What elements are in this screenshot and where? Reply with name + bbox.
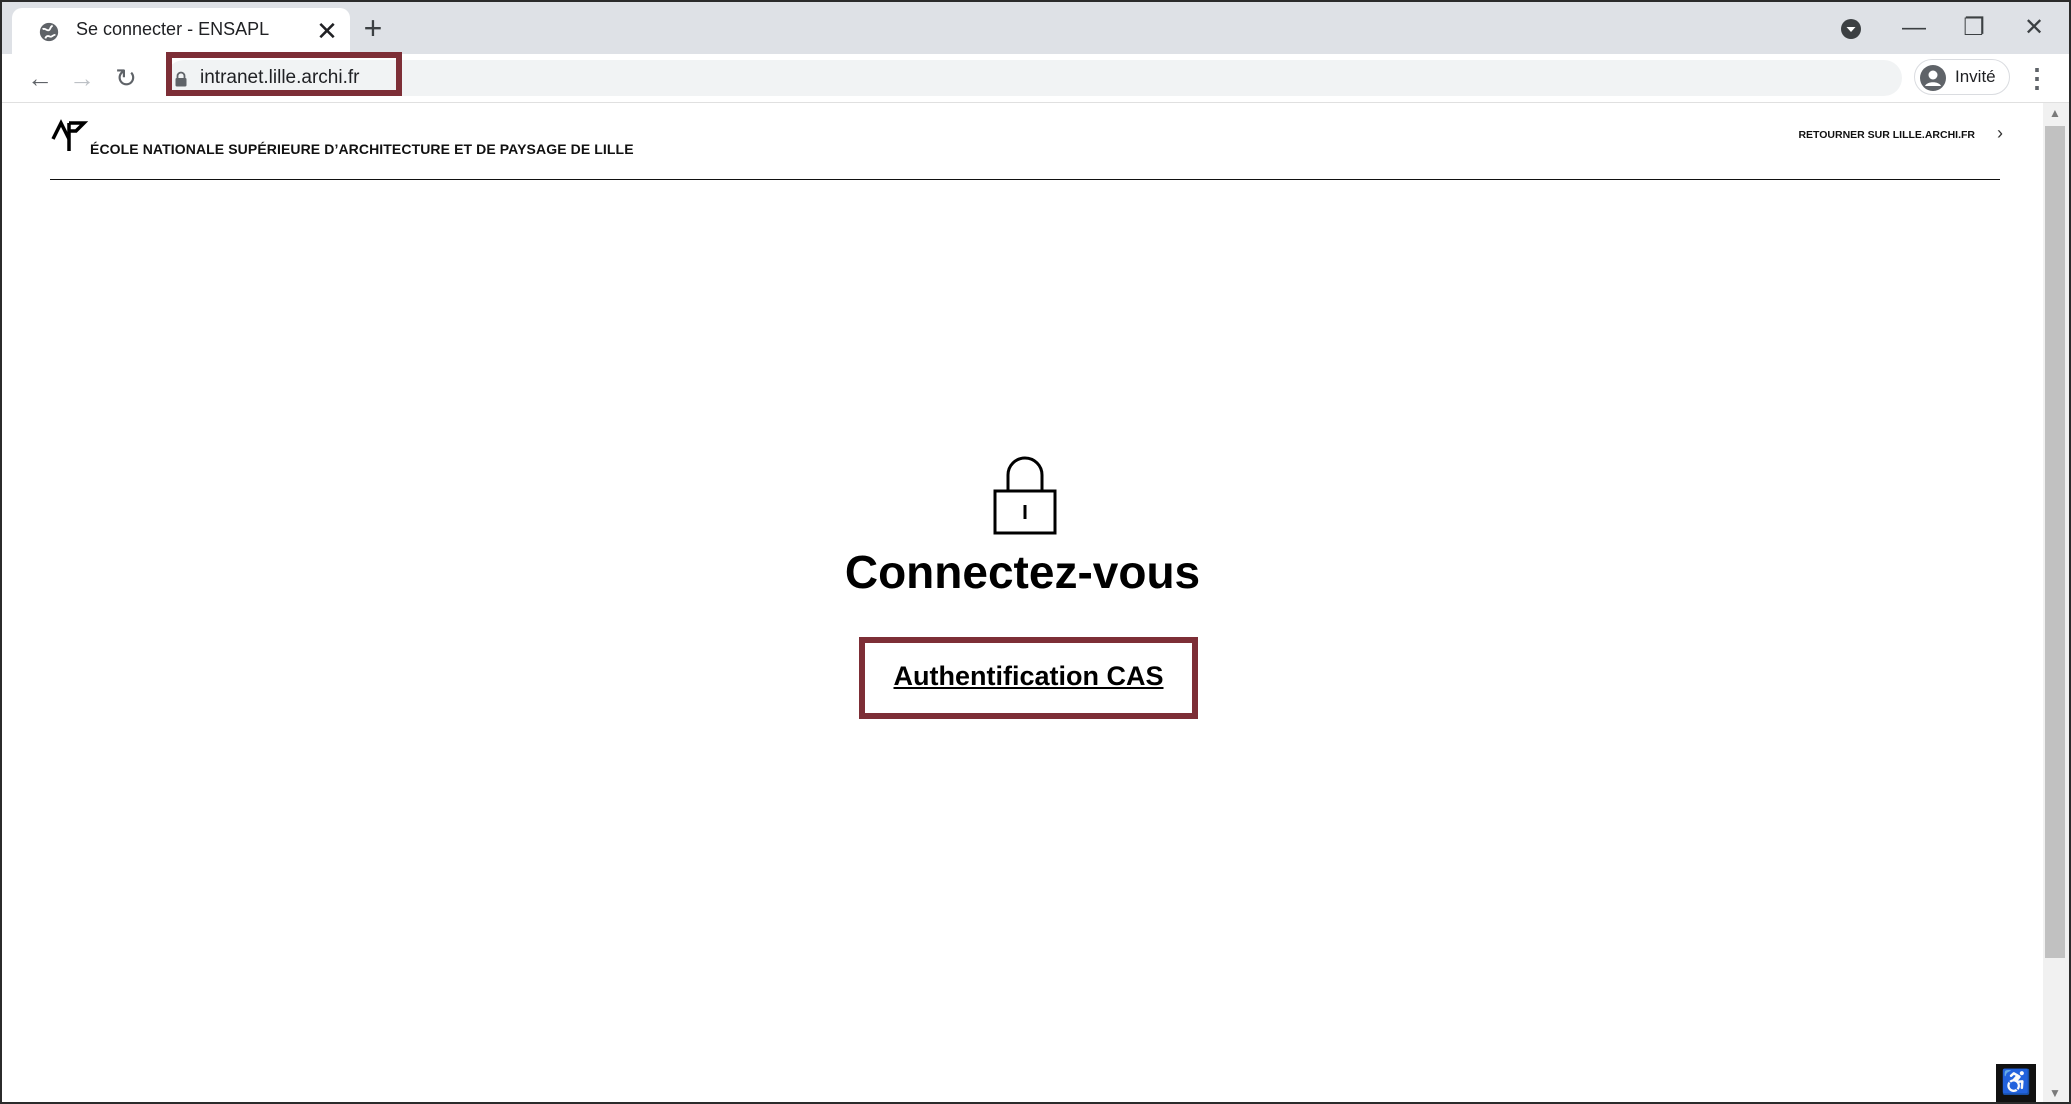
browser-window: Se connecter - ENSAPL ✕ + — ❐ ✕ ← → ↻ in… xyxy=(0,0,2071,1104)
scroll-down-arrow[interactable]: ▼ xyxy=(2049,1086,2061,1100)
new-tab-button[interactable]: + xyxy=(356,12,390,46)
url-highlight-box xyxy=(166,52,402,96)
restore-button[interactable]: ❐ xyxy=(1954,10,1994,46)
globe-icon xyxy=(39,22,59,42)
school-name: ÉCOLE NATIONALE SUPÉRIEURE D’ARCHITECTUR… xyxy=(90,141,634,157)
chevron-right-icon[interactable]: › xyxy=(1997,123,2003,144)
reload-button[interactable]: ↻ xyxy=(110,62,142,94)
scrollbar-thumb[interactable] xyxy=(2045,126,2065,958)
lock-icon xyxy=(993,456,1057,535)
ap-logo[interactable] xyxy=(50,117,90,153)
page-content: ÉCOLE NATIONALE SUPÉRIEURE D’ARCHITECTUR… xyxy=(2,103,2043,1102)
tab-active[interactable]: Se connecter - ENSAPL ✕ xyxy=(12,8,350,54)
profile-button[interactable]: Invité xyxy=(1914,59,2010,95)
tab-title: Se connecter - ENSAPL xyxy=(76,19,270,39)
close-window-button[interactable]: ✕ xyxy=(2014,10,2054,46)
page-title: Connectez-vous xyxy=(844,546,1201,598)
scroll-up-arrow[interactable]: ▲ xyxy=(2049,106,2061,120)
browser-toolbar: ← → ↻ intranet.lille.archi.fr Invité ⋮ xyxy=(2,52,2069,103)
back-button[interactable]: ← xyxy=(24,62,56,94)
tab-search-icon[interactable] xyxy=(1840,18,1862,40)
minimize-button[interactable]: — xyxy=(1894,10,1934,46)
return-link[interactable]: RETOURNER SUR LILLE.ARCHI.FR xyxy=(1798,129,1975,141)
forward-button[interactable]: → xyxy=(66,62,98,94)
header-divider xyxy=(50,179,2000,180)
user-avatar-icon xyxy=(1920,65,1946,91)
cas-highlight-box: Authentification CAS xyxy=(859,637,1198,719)
tab-strip: Se connecter - ENSAPL ✕ + — ❐ ✕ xyxy=(2,2,2069,54)
browser-menu-button[interactable]: ⋮ xyxy=(2024,62,2050,94)
cas-login-link[interactable]: Authentification CAS xyxy=(865,661,1192,692)
tab-close-button[interactable]: ✕ xyxy=(312,16,342,46)
profile-name: Invité xyxy=(1955,67,1996,86)
address-bar[interactable] xyxy=(166,60,1902,96)
accessibility-button[interactable]: ♿ xyxy=(1996,1064,2036,1102)
